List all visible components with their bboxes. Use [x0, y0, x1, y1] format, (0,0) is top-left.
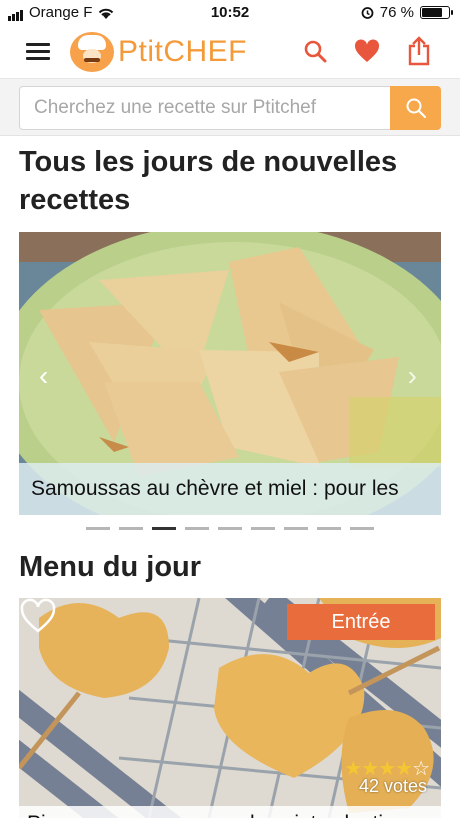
- carousel-dot-active[interactable]: [152, 527, 176, 530]
- battery-label: 76 %: [379, 4, 414, 21]
- carousel-dot[interactable]: [350, 527, 374, 530]
- carousel-dot[interactable]: [251, 527, 275, 530]
- chef-mascot-icon: [70, 32, 114, 72]
- previous-slide-icon[interactable]: ‹: [39, 360, 48, 392]
- new-recipes-title: Tous les jours de nouvelles recettes: [19, 146, 398, 216]
- favorites-heart-icon[interactable]: [352, 36, 382, 66]
- carousel-dot[interactable]: [86, 527, 110, 530]
- menu-recipe-card[interactable]: Entrée ★★★★☆ 42 votes Pie pops en coeur …: [19, 598, 441, 818]
- carousel-dot[interactable]: [317, 527, 341, 530]
- search-button[interactable]: [390, 86, 441, 130]
- share-icon[interactable]: [404, 36, 434, 66]
- slide-caption[interactable]: Samoussas au chèvre et miel : pour les: [19, 463, 441, 515]
- carousel-slide[interactable]: ‹ › Samoussas au chèvre et miel : pour l…: [19, 232, 441, 515]
- search-icon[interactable]: [300, 36, 330, 66]
- status-bar: Orange F 10:52 76 %: [0, 0, 460, 26]
- carousel-pagination: [86, 527, 374, 530]
- carousel-dot[interactable]: [119, 527, 143, 530]
- search-bar: [0, 78, 460, 136]
- search-input[interactable]: [19, 86, 391, 130]
- logo-text: PtitCHEF: [118, 35, 248, 68]
- top-navigation: PtitCHEF: [0, 26, 460, 78]
- search-icon: [406, 98, 426, 119]
- favorite-heart-outline-icon[interactable]: [19, 598, 57, 634]
- next-slide-icon[interactable]: ›: [408, 360, 417, 392]
- ptitchef-logo[interactable]: PtitCHEF: [70, 30, 247, 74]
- menu-icon[interactable]: [26, 43, 50, 61]
- votes-count: 42 votes: [358, 776, 427, 796]
- carousel-dot[interactable]: [284, 527, 308, 530]
- alarm-icon: [361, 7, 374, 19]
- battery-icon: [420, 6, 453, 19]
- card-caption[interactable]: Pie pops en coeur pour la saint valentin: [19, 806, 441, 818]
- carousel-dot[interactable]: [218, 527, 242, 530]
- menu-of-the-day-title: Menu du jour: [19, 551, 202, 583]
- course-badge: Entrée: [287, 604, 435, 640]
- carousel-dot[interactable]: [185, 527, 209, 530]
